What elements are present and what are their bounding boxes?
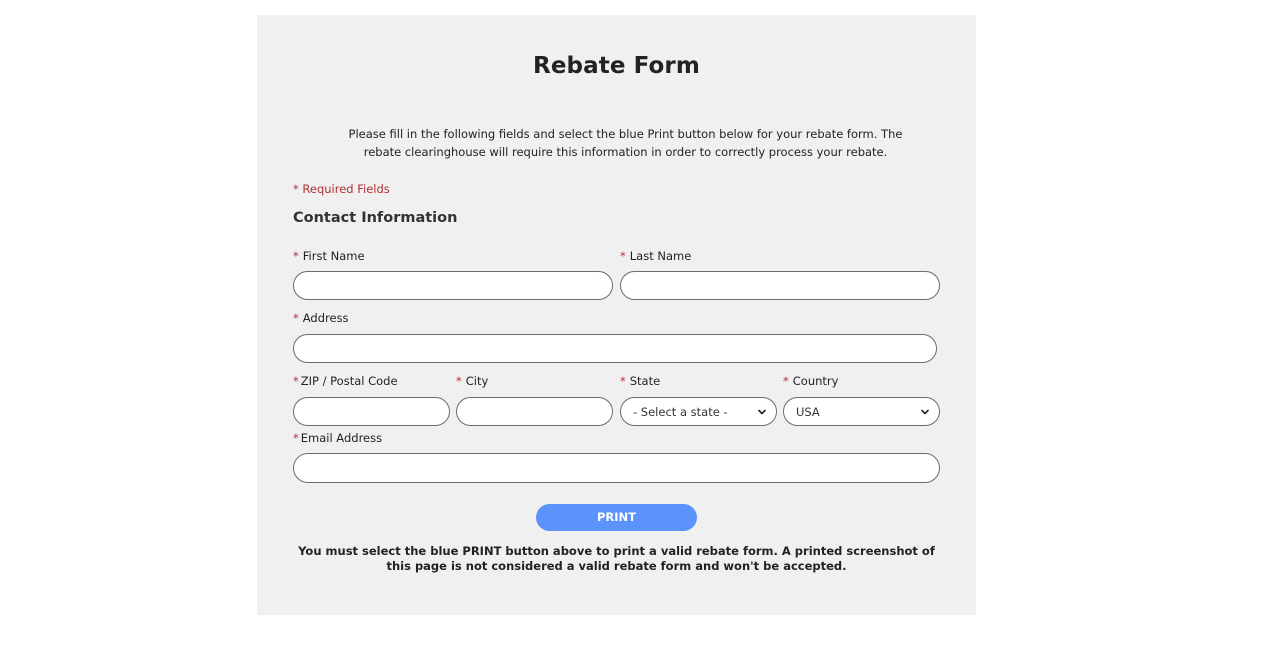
zip-input[interactable] <box>293 397 450 426</box>
required-marker: * <box>293 311 299 325</box>
state-select-value: - Select a state - <box>633 405 728 419</box>
print-button[interactable]: PRINT <box>536 504 697 531</box>
rebate-form-panel: Rebate Form Please fill in the following… <box>257 15 976 615</box>
chevron-down-icon <box>920 407 930 417</box>
zip-label: *ZIP / Postal Code <box>293 374 398 388</box>
last-name-input[interactable] <box>620 271 940 300</box>
address-label-text: Address <box>303 311 349 325</box>
city-input[interactable] <box>456 397 613 426</box>
city-label: * City <box>456 374 488 388</box>
email-input[interactable] <box>293 453 940 483</box>
required-marker: * <box>620 249 626 263</box>
page-title: Rebate Form <box>257 53 976 79</box>
required-marker: * <box>783 374 789 388</box>
country-label-text: Country <box>793 374 839 388</box>
email-label-text: Email Address <box>301 431 382 445</box>
state-label-text: State <box>630 374 660 388</box>
required-fields-note: * Required Fields <box>293 182 390 196</box>
print-warning-note: You must select the blue PRINT button ab… <box>297 544 936 573</box>
country-select-value: USA <box>796 405 820 419</box>
required-marker: * <box>293 431 299 445</box>
required-marker: * <box>293 249 299 263</box>
country-select[interactable]: USA <box>783 397 940 426</box>
first-name-label: * First Name <box>293 249 365 263</box>
chevron-down-icon <box>757 407 767 417</box>
state-label: * State <box>620 374 660 388</box>
country-label: * Country <box>783 374 838 388</box>
city-label-text: City <box>466 374 489 388</box>
last-name-label: * Last Name <box>620 249 691 263</box>
address-label: * Address <box>293 311 349 325</box>
section-title-contact-information: Contact Information <box>293 210 457 226</box>
address-input[interactable] <box>293 334 937 363</box>
required-marker: * <box>293 374 299 388</box>
required-marker: * <box>620 374 626 388</box>
first-name-label-text: First Name <box>303 249 365 263</box>
state-select[interactable]: - Select a state - <box>620 397 777 426</box>
required-marker: * <box>456 374 462 388</box>
form-instructions: Please fill in the following fields and … <box>337 125 914 161</box>
zip-label-text: ZIP / Postal Code <box>301 374 398 388</box>
first-name-input[interactable] <box>293 271 613 300</box>
email-label: *Email Address <box>293 431 382 445</box>
last-name-label-text: Last Name <box>630 249 692 263</box>
